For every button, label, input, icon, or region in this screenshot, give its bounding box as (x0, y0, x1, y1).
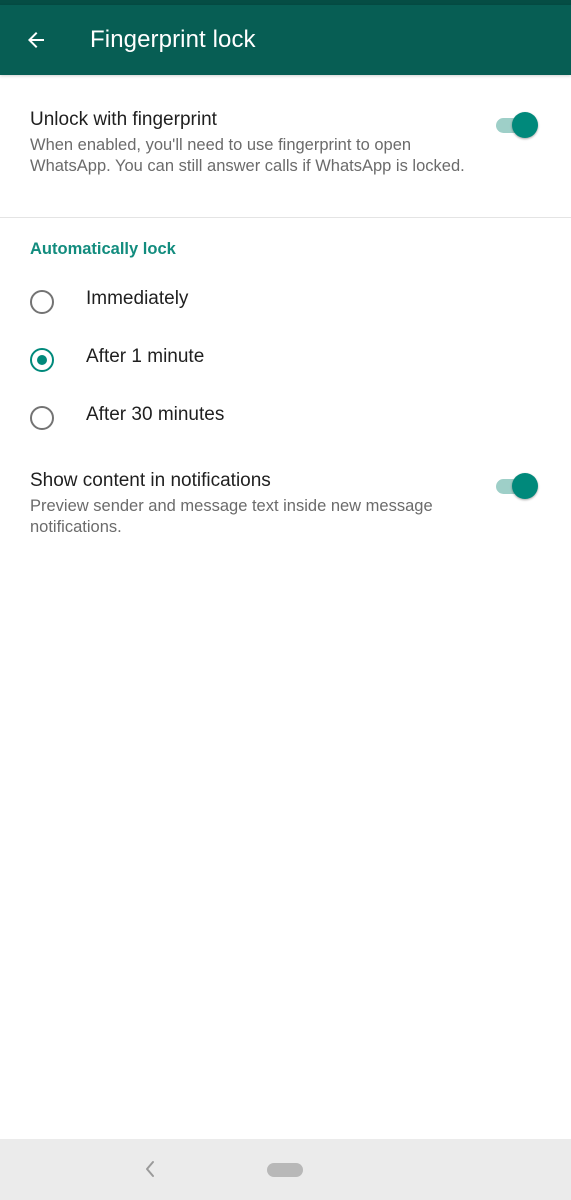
notifications-content-description: Preview sender and message text inside n… (30, 497, 433, 536)
radio-label: Immediately (86, 288, 189, 309)
radio-button[interactable] (30, 290, 54, 314)
toggle-thumb (512, 473, 538, 499)
chevron-left-icon[interactable] (139, 1156, 161, 1182)
auto-lock-option-immediately[interactable]: Immediately (0, 274, 571, 330)
auto-lock-option-1-minute[interactable]: After 1 minute (0, 332, 571, 388)
unlock-fingerprint-description: When enabled, you'll need to use fingerp… (30, 136, 465, 175)
unlock-fingerprint-title: Unlock with fingerprint (30, 109, 217, 130)
arrow-left-icon (28, 32, 44, 48)
app-bar: Fingerprint lock (0, 5, 571, 75)
notifications-content-toggle[interactable] (496, 470, 540, 502)
unlock-fingerprint-setting[interactable]: Unlock with fingerprint When enabled, yo… (0, 76, 571, 217)
unlock-fingerprint-toggle[interactable] (496, 109, 540, 141)
notifications-content-setting[interactable]: Show content in notifications Preview se… (0, 458, 571, 558)
section-divider (0, 217, 571, 218)
page-title: Fingerprint lock (90, 26, 256, 53)
radio-button[interactable] (30, 406, 54, 430)
home-pill-icon[interactable] (267, 1163, 303, 1177)
toggle-thumb (512, 112, 538, 138)
system-nav-bar (0, 1139, 571, 1200)
radio-label: After 30 minutes (86, 404, 225, 425)
radio-button-selected[interactable] (30, 348, 54, 372)
auto-lock-option-30-minutes[interactable]: After 30 minutes (0, 390, 571, 446)
back-button[interactable] (14, 18, 58, 62)
auto-lock-header: Automatically lock (30, 240, 176, 258)
notifications-content-title: Show content in notifications (30, 470, 271, 491)
radio-label: After 1 minute (86, 346, 205, 367)
